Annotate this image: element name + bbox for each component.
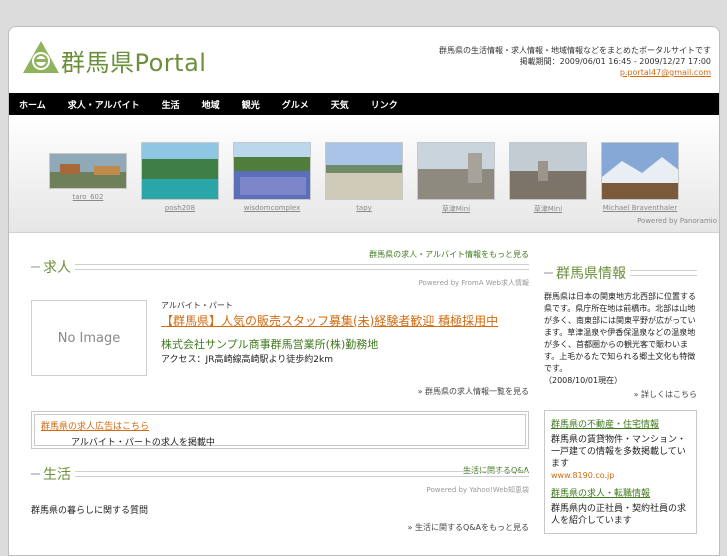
jobs-list-link-label[interactable]: 群馬県の求人情報一覧を見る bbox=[425, 387, 529, 396]
job-company: 株式会社サンプル商事群馬営業所(株)勤務地 bbox=[161, 338, 379, 351]
gunma-emblem-icon bbox=[23, 41, 59, 73]
site-header: 群馬県Portal 群馬県の生活情報・求人情報・地域情報などをまとめたポータルサ… bbox=[9, 27, 719, 93]
header-info: 群馬県の生活情報・求人情報・地域情報などをまとめたポータルサイトです 掲載期間：… bbox=[439, 45, 711, 78]
jobs-list-link[interactable]: » 群馬県の求人情報一覧を見る bbox=[31, 386, 529, 397]
sidebar-ad-box: 群馬県の不動産・住宅情報 群馬県の賃貸物件・マンション・一戸建ての情報を多数掲載… bbox=[544, 410, 697, 534]
photo-town-thumbnail[interactable] bbox=[509, 142, 588, 201]
gallery-photo[interactable]: 草津Mini bbox=[417, 142, 496, 214]
job-title-link[interactable]: 【群馬県】人気の販売スタッフ募集(未)経験者歓迎 積極採用中 bbox=[161, 312, 498, 329]
photo-city-thumbnail[interactable] bbox=[417, 142, 496, 201]
gallery-caption[interactable]: Michael Braventhaler bbox=[601, 204, 679, 212]
nav-home[interactable]: ホーム bbox=[19, 98, 46, 111]
sidebar: 群馬県情報 群馬県は日本の関東地方北西部に位置する県です。県庁所在地は前橋市。北… bbox=[544, 265, 697, 534]
sidebar-ad-text: 群馬県内の正社員・契約社員の求人を紹介しています bbox=[551, 504, 687, 526]
section-header-life: 生活 bbox=[31, 466, 529, 483]
nav-sightseeing[interactable]: 観光 bbox=[242, 98, 260, 111]
ad-link[interactable]: 群馬県の求人広告はこちら bbox=[41, 419, 519, 432]
life-credit: Powered by Yahoo!Web知恵袋 bbox=[426, 486, 529, 494]
main-navigation: ホーム 求人・アルバイト 生活 地域 観光 グルメ 天気 リンク bbox=[9, 93, 719, 115]
photo-park-thumbnail[interactable] bbox=[325, 142, 404, 201]
ad-text: アルバイト・パートの求人を掲載中 bbox=[71, 438, 215, 448]
job-category: アルバイト・パート bbox=[161, 301, 233, 310]
nav-weather[interactable]: 天気 bbox=[331, 98, 349, 111]
photo-flowers-thumbnail[interactable] bbox=[233, 142, 312, 201]
gallery-caption[interactable]: wisdomcomplex bbox=[233, 204, 311, 212]
site-description: 群馬県の生活情報・求人情報・地域情報などをまとめたポータルサイトです bbox=[439, 46, 711, 55]
photo-lake-thumbnail[interactable] bbox=[141, 142, 220, 201]
section-title: 生活 bbox=[43, 467, 71, 483]
nav-gourmet[interactable]: グルメ bbox=[282, 98, 309, 111]
gallery-caption[interactable]: 草津Mini bbox=[509, 204, 587, 214]
gallery-caption[interactable]: tapy bbox=[325, 204, 403, 212]
posting-period: 掲載期間：2009/06/01 16:45 - 2009/12/27 17:00 bbox=[519, 57, 711, 66]
sidebar-ad-link[interactable]: 群馬県の不動産・住宅情報 bbox=[551, 417, 690, 430]
life-question[interactable]: 群馬県の暮らしに関する質問 bbox=[31, 503, 529, 516]
sidebar-ad-url[interactable]: www.8190.co.jp bbox=[551, 471, 690, 480]
contact-email-link[interactable]: p.portal47@gmail.com bbox=[620, 68, 711, 77]
nav-jobs[interactable]: 求人・アルバイト bbox=[68, 98, 140, 111]
gallery-caption[interactable]: posh208 bbox=[141, 204, 219, 212]
info-date: （2008/10/01現在） bbox=[544, 376, 623, 385]
photo-mountain-thumbnail[interactable] bbox=[601, 142, 680, 201]
gallery-photo[interactable]: Michael Braventhaler bbox=[601, 142, 680, 212]
nav-area[interactable]: 地域 bbox=[202, 98, 220, 111]
nav-life[interactable]: 生活 bbox=[162, 98, 180, 111]
ad-box: 群馬県の求人広告はこちら アルバイト・パートの求人を掲載中 bbox=[31, 411, 529, 449]
jobs-more-link[interactable]: 群馬県の求人・アルバイト情報をもっと見る bbox=[31, 247, 529, 275]
photo-gallery: taro_602 posh208 wisdomcomplex tapy 草津Mi… bbox=[9, 115, 719, 233]
no-image-placeholder: No Image bbox=[31, 300, 147, 376]
section-title: 群馬県情報 bbox=[556, 266, 626, 282]
gallery-caption[interactable]: 草津Mini bbox=[417, 204, 495, 214]
life-more-link-label[interactable]: 生活に関するQ&Aをもっと見る bbox=[415, 523, 529, 532]
page-frame: 群馬県Portal 群馬県の生活情報・求人情報・地域情報などをまとめたポータルサ… bbox=[8, 26, 720, 556]
panoramio-credit: Powered by Panoramio bbox=[637, 217, 717, 225]
job-listing: No Image アルバイト・パート 【群馬県】人気の販売スタッフ募集(未)経験… bbox=[31, 296, 529, 386]
prefecture-more-label[interactable]: 詳しくはこちら bbox=[641, 390, 697, 399]
gallery-photo[interactable]: 草津Mini bbox=[509, 142, 588, 214]
prefecture-more-link[interactable]: » 詳しくはこちら bbox=[544, 389, 697, 400]
prefecture-description: 群馬県は日本の関東地方北西部に位置する県です。県庁所在地は前橋市。北部は山地が多… bbox=[544, 291, 697, 387]
section-header-gunma-info: 群馬県情報 bbox=[544, 265, 697, 282]
sidebar-ad-text: 群馬県の賃貸物件・マンション・一戸建ての情報を多数掲載しています bbox=[551, 435, 687, 469]
life-more-link[interactable]: » 生活に関するQ&Aをもっと見る bbox=[31, 522, 529, 533]
sidebar-ad-link[interactable]: 群馬県の求人・転職情報 bbox=[551, 486, 690, 499]
main-column: 求人 群馬県の求人・アルバイト情報をもっと見る Powered by FromA… bbox=[31, 250, 529, 533]
prefecture-text: 群馬県は日本の関東地方北西部に位置する県です。県庁所在地は前橋市。北部は山地が多… bbox=[544, 292, 696, 373]
gallery-caption[interactable]: taro_602 bbox=[49, 193, 127, 201]
section-title: 求人 bbox=[43, 260, 71, 276]
nav-links[interactable]: リンク bbox=[371, 98, 398, 111]
gallery-photo[interactable]: posh208 bbox=[141, 142, 220, 212]
jobs-credit: Powered by FromA Web求人情報 bbox=[418, 279, 529, 287]
site-logo-title[interactable]: 群馬県Portal bbox=[61, 43, 206, 78]
job-access: アクセス：JR高崎線高崎駅より徒歩約2km bbox=[161, 355, 333, 365]
gallery-photo[interactable]: taro_602 bbox=[49, 153, 128, 201]
photo-river-thumbnail[interactable] bbox=[49, 153, 128, 190]
gallery-photo[interactable]: wisdomcomplex bbox=[233, 142, 312, 212]
gallery-photo[interactable]: tapy bbox=[325, 142, 404, 212]
